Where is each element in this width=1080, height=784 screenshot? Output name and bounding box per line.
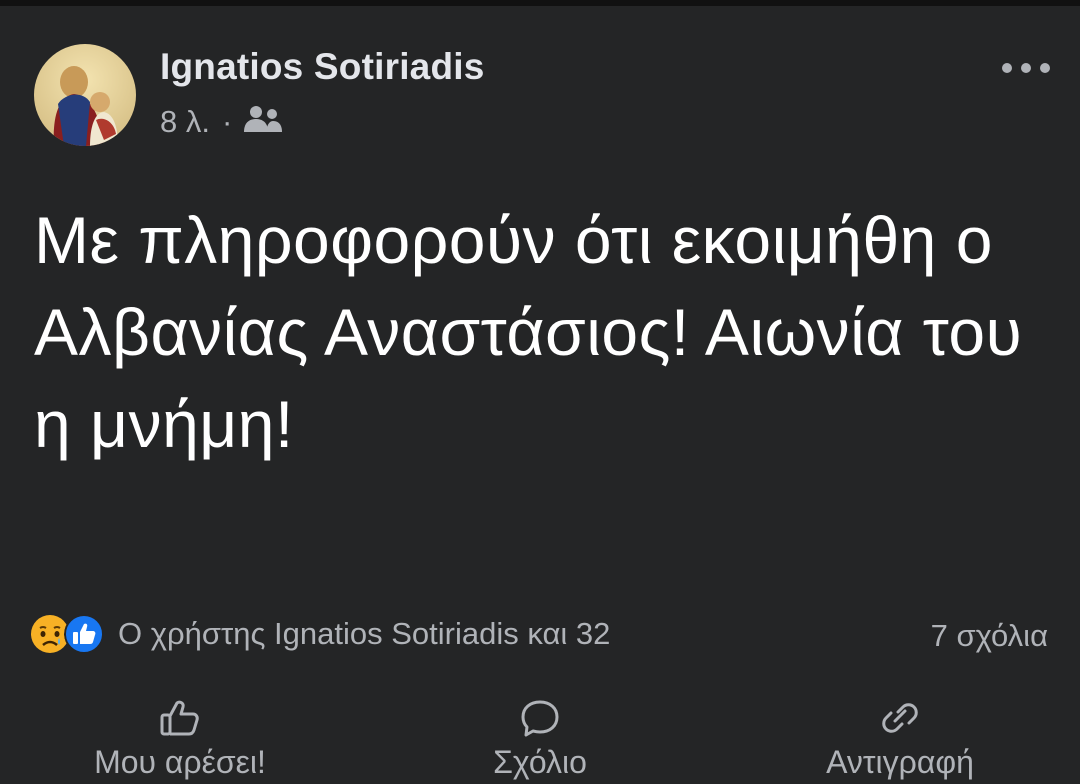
post-card: Ignatios Sotiriadis 8 λ. · Με πληροφορού… <box>0 0 1080 784</box>
post-timestamp[interactable]: 8 λ. <box>160 104 210 140</box>
reactions-text: Ο χρήστης Ignatios Sotiriadis και 32 <box>118 616 611 651</box>
post-meta: 8 λ. · <box>160 102 284 142</box>
like-label: Μου αρέσει! <box>94 744 266 780</box>
like-button[interactable]: Μου αρέσει! <box>0 698 360 784</box>
link-icon <box>882 703 918 733</box>
more-options-button[interactable] <box>998 50 1054 86</box>
comment-label: Σχόλιο <box>493 744 587 780</box>
author-avatar[interactable] <box>34 44 136 146</box>
copy-link-button[interactable]: Αντιγραφή <box>720 698 1080 784</box>
post-actions-bar: Μου αρέσει! Σχόλιο Αντιγραφή <box>0 698 1080 784</box>
religious-icon-avatar <box>34 44 136 146</box>
thumbs-up-icon <box>160 700 199 736</box>
post-text: Με πληροφορούν ότι εκοιμήθη ο Αλβανίας Α… <box>34 203 1023 461</box>
comment-button[interactable]: Σχόλιο <box>360 698 720 784</box>
reaction-icons <box>30 614 104 654</box>
comment-bubble-icon <box>521 700 559 737</box>
copy-link-label: Αντιγραφή <box>826 744 974 780</box>
reactions-summary[interactable]: Ο χρήστης Ignatios Sotiriadis και 32 <box>30 614 610 654</box>
like-reaction-icon <box>64 614 104 654</box>
comments-count[interactable]: 7 σχόλια <box>931 618 1048 654</box>
meta-separator: · <box>221 104 233 139</box>
friends-icon[interactable] <box>242 104 284 142</box>
author-name[interactable]: Ignatios Sotiriadis <box>160 46 485 88</box>
more-dots-icon <box>1002 63 1050 73</box>
